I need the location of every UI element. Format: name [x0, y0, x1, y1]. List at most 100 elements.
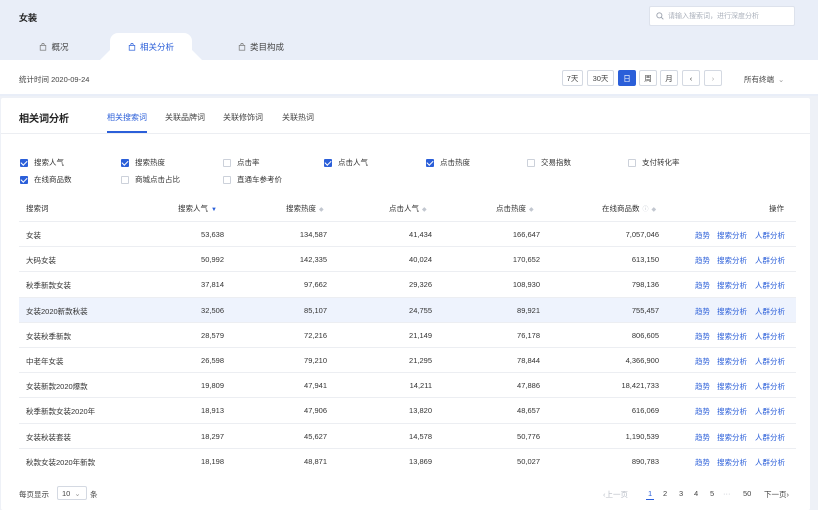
option-search-heat[interactable]: 搜索热度 [121, 157, 165, 168]
search-analysis-link[interactable]: 搜索分析 [717, 331, 747, 342]
range-month-button[interactable]: 月 [660, 70, 678, 86]
checkbox[interactable] [20, 158, 28, 167]
option-click-popularity[interactable]: 点击人气 [324, 157, 368, 168]
category-title: 女装 [19, 13, 38, 23]
col-online-items[interactable]: 在线商品数 ⓘ ◆ [602, 203, 656, 214]
option-ztc-ref-price[interactable]: 直通车参考价 [223, 174, 282, 185]
trend-link[interactable]: 趋势 [695, 457, 710, 468]
sort-icon[interactable]: ◆ [422, 207, 427, 213]
search-icon [656, 12, 664, 20]
checkbox[interactable] [121, 158, 129, 167]
range-7d-button[interactable]: 7天 [562, 70, 583, 86]
chevron-down-icon: ⌄ [778, 75, 785, 84]
card-title: 相关词分析 [19, 114, 69, 125]
cell-value: 21,295 [409, 356, 432, 365]
option-label: 交易指数 [541, 158, 571, 167]
cell-value: 47,886 [517, 381, 540, 391]
col-search-heat[interactable]: 搜索热度 ◆ [286, 203, 324, 214]
search-analysis-link[interactable]: 搜索分析 [717, 432, 747, 443]
option-click-heat[interactable]: 点击热度 [426, 157, 470, 168]
checkbox[interactable] [223, 175, 231, 184]
page-3[interactable]: 3 [679, 489, 683, 498]
cell-value: 613,150 [631, 255, 659, 265]
sort-icon[interactable]: ◆ [529, 207, 534, 213]
range-week-button[interactable]: 周 [639, 70, 657, 86]
page-5[interactable]: 5 [710, 489, 714, 498]
search-analysis-link[interactable]: 搜索分析 [717, 255, 747, 266]
crowd-analysis-link[interactable]: 人群分析 [755, 280, 785, 291]
trend-link[interactable]: 趋势 [695, 280, 710, 291]
trend-link[interactable]: 趋势 [695, 306, 710, 317]
trend-link[interactable]: 趋势 [695, 255, 710, 266]
prev-page-button[interactable]: ‹上一页 [603, 489, 628, 500]
option-trade-index[interactable]: 交易指数 [527, 157, 571, 168]
checkbox[interactable] [121, 175, 129, 184]
sort-desc-icon[interactable]: ▼ [211, 207, 217, 213]
subtab-related-search-words[interactable]: 相关搜索词 [107, 112, 147, 133]
subtab-related-modifier-words[interactable]: 关联修饰词 [223, 112, 263, 123]
cell-value: 13,820 [409, 406, 432, 416]
cell-search-word: 中老年女装 [26, 357, 64, 366]
crowd-analysis-link[interactable]: 人群分析 [755, 406, 785, 417]
search-analysis-link[interactable]: 搜索分析 [717, 356, 747, 367]
crowd-analysis-link[interactable]: 人群分析 [755, 457, 785, 468]
col-click-popularity[interactable]: 点击人气 ◆ [389, 203, 427, 214]
checkbox[interactable] [426, 158, 434, 167]
range-30d-button[interactable]: 30天 [587, 70, 614, 86]
option-click-rate[interactable]: 点击率 [223, 157, 260, 168]
crowd-analysis-link[interactable]: 人群分析 [755, 230, 785, 241]
tab-category-composition[interactable]: 类目构成 [226, 33, 296, 60]
crowd-analysis-link[interactable]: 人群分析 [755, 381, 785, 392]
page-4[interactable]: 4 [694, 489, 698, 498]
trend-link[interactable]: 趋势 [695, 406, 710, 417]
cell-value: 79,210 [304, 356, 327, 365]
trend-link[interactable]: 趋势 [695, 432, 710, 443]
sort-icon[interactable]: ◆ [319, 207, 324, 213]
terminal-select[interactable]: 所有终端 ⌄ [744, 74, 784, 85]
page-size-select[interactable]: 10 ⌄ [57, 486, 87, 500]
option-pay-conversion[interactable]: 支付转化率 [628, 157, 680, 168]
crowd-analysis-link[interactable]: 人群分析 [755, 331, 785, 342]
search-analysis-link[interactable]: 搜索分析 [717, 280, 747, 291]
col-label: 搜索热度 [286, 204, 316, 213]
checkbox[interactable] [628, 158, 636, 167]
tab-overview[interactable]: 概况 [24, 33, 84, 60]
checkbox[interactable] [324, 158, 332, 167]
option-search-popularity[interactable]: 搜索人气 [20, 157, 64, 168]
search-analysis-link[interactable]: 搜索分析 [717, 306, 747, 317]
col-click-heat[interactable]: 点击热度 ◆ [496, 203, 534, 214]
trend-link[interactable]: 趋势 [695, 381, 710, 392]
trend-link[interactable]: 趋势 [695, 331, 710, 342]
page-ellipsis[interactable]: ··· [723, 489, 731, 498]
page-50[interactable]: 50 [743, 489, 751, 498]
subtab-related-hot-words[interactable]: 关联热词 [282, 112, 314, 123]
tab-related-analysis[interactable]: 相关分析 [110, 33, 192, 60]
next-date-button[interactable]: › [704, 70, 722, 86]
prev-date-button[interactable]: ‹ [682, 70, 700, 86]
search-analysis-link[interactable]: 搜索分析 [717, 406, 747, 417]
search-input[interactable]: 请输入搜索词，进行深度分析 [649, 6, 795, 26]
crowd-analysis-link[interactable]: 人群分析 [755, 255, 785, 266]
crowd-analysis-link[interactable]: 人群分析 [755, 306, 785, 317]
next-page-button[interactable]: 下一页› [764, 489, 789, 500]
cell-search-word: 女装秋季新款 [26, 331, 71, 341]
trend-link[interactable]: 趋势 [695, 230, 710, 241]
page-1[interactable]: 1 [645, 489, 655, 500]
col-search-popularity[interactable]: 搜索人气 ▼ [178, 203, 217, 214]
crowd-analysis-link[interactable]: 人群分析 [755, 356, 785, 367]
sort-icon[interactable]: ◆ [652, 207, 657, 213]
crowd-analysis-link[interactable]: 人群分析 [755, 432, 785, 443]
checkbox[interactable] [223, 158, 231, 167]
trend-link[interactable]: 趋势 [695, 356, 710, 367]
search-analysis-link[interactable]: 搜索分析 [717, 457, 747, 468]
cell-value: 14,211 [409, 381, 432, 391]
range-day-button[interactable]: 日 [618, 70, 636, 86]
search-analysis-link[interactable]: 搜索分析 [717, 381, 747, 392]
option-mall-click-share[interactable]: 商城点击占比 [121, 174, 180, 185]
subtab-related-brand-words[interactable]: 关联品牌词 [165, 112, 205, 123]
search-analysis-link[interactable]: 搜索分析 [717, 230, 747, 241]
page-2[interactable]: 2 [663, 489, 667, 498]
option-online-items[interactable]: 在线商品数 [20, 174, 72, 185]
checkbox[interactable] [527, 158, 535, 167]
checkbox[interactable] [20, 175, 28, 184]
